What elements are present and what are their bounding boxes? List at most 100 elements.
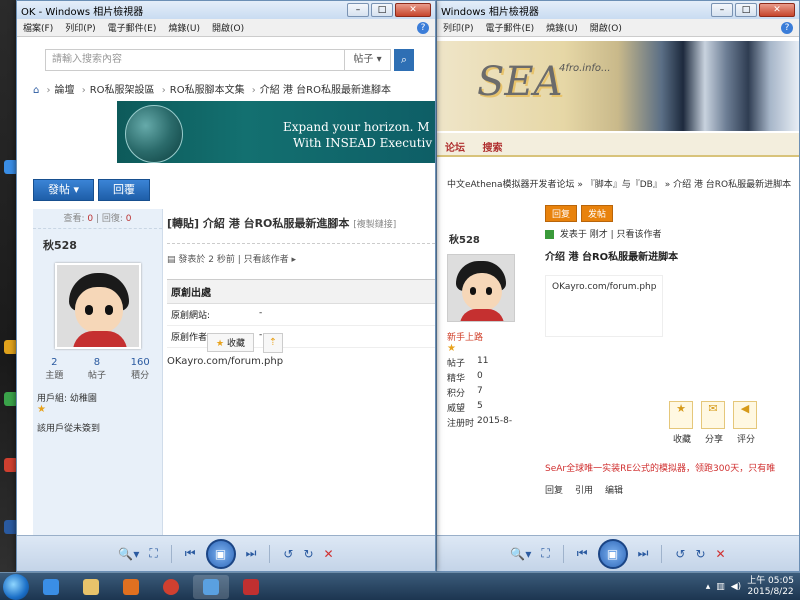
forum-logo: SEA bbox=[477, 59, 563, 105]
start-button[interactable] bbox=[3, 573, 29, 600]
taskbar-explorer[interactable] bbox=[73, 575, 109, 599]
rotate-left-icon[interactable]: ↺ bbox=[283, 547, 293, 561]
menu-print[interactable]: 列印(P) bbox=[65, 21, 95, 34]
window-title: Windows 相片檢視器 bbox=[441, 6, 539, 18]
post-meta: ▤ 發表於 2 秒前 | 只看該作者 ▸ bbox=[167, 243, 435, 265]
next-icon[interactable]: ⏭ bbox=[246, 546, 257, 561]
stat-threads[interactable]: 2 主題 bbox=[45, 357, 63, 381]
rotate-left-icon[interactable]: ↺ bbox=[675, 547, 685, 561]
rotate-right-icon[interactable]: ↻ bbox=[303, 547, 313, 561]
stat-posts[interactable]: 8 帖子 bbox=[88, 357, 106, 381]
media-icon bbox=[123, 578, 139, 595]
quote-link[interactable]: 引用 bbox=[575, 483, 593, 496]
zoom-icon[interactable]: 🔍▾ bbox=[118, 547, 139, 561]
reply-button[interactable]: 回覆 bbox=[98, 179, 151, 201]
reply-link[interactable]: 回复 bbox=[545, 483, 563, 496]
close-button[interactable]: ✕ bbox=[759, 3, 795, 17]
breadcrumb-item[interactable]: 論壇 bbox=[55, 85, 75, 96]
volume-icon[interactable]: ◀) bbox=[731, 582, 741, 592]
menu-burn[interactable]: 燒錄(U) bbox=[546, 21, 578, 34]
menu-open[interactable]: 開啟(O) bbox=[212, 21, 244, 34]
title-bar[interactable]: OK - Windows 相片檢視器 – □ ✕ bbox=[17, 1, 435, 19]
tray-expand-icon[interactable]: ▴ bbox=[706, 582, 711, 592]
reply-button[interactable]: 回复 bbox=[545, 205, 578, 222]
close-button[interactable]: ✕ bbox=[395, 3, 431, 17]
user-stat: 精华 0 bbox=[447, 371, 483, 384]
taskbar-photo-viewer[interactable] bbox=[193, 574, 229, 599]
star-icon: ★ bbox=[447, 343, 456, 354]
taskbar-media[interactable] bbox=[113, 575, 149, 599]
ad-banner[interactable]: Expand your horizon. M With INSEAD Execu… bbox=[117, 101, 435, 163]
breadcrumb-item[interactable]: RO私服架設區 bbox=[90, 85, 155, 96]
menu-file[interactable]: 檔案(F) bbox=[23, 21, 53, 34]
nav-search[interactable]: 搜索 bbox=[483, 139, 503, 154]
favorite-button[interactable]: ★ 收藏 bbox=[207, 333, 254, 352]
window-title: OK - Windows 相片檢視器 bbox=[21, 6, 144, 18]
copy-link[interactable]: [複製鏈接] bbox=[353, 220, 396, 230]
next-arrow-icon[interactable]: ⇡ bbox=[263, 333, 283, 353]
slideshow-icon[interactable]: ▣ bbox=[205, 538, 236, 569]
help-icon[interactable]: ? bbox=[417, 21, 429, 34]
nav-forum[interactable]: 论坛 bbox=[445, 139, 465, 154]
username[interactable]: 秋528 bbox=[43, 237, 162, 253]
fit-icon[interactable]: ⛶ bbox=[149, 546, 157, 561]
folder-icon bbox=[83, 578, 99, 595]
username[interactable]: 秋528 bbox=[449, 231, 531, 246]
delete-icon[interactable]: ✕ bbox=[324, 547, 334, 561]
photo-viewer-window-right: Windows 相片檢視器 – □ ✕ 列印(P) 電子郵件(E) 燒錄(U) … bbox=[436, 0, 800, 572]
share-button[interactable]: ✉ 分享 bbox=[701, 401, 725, 445]
help-icon[interactable]: ? bbox=[781, 21, 793, 34]
orig-header: 原創出處 bbox=[167, 280, 435, 304]
clock[interactable]: 上午 05:05 2015/8/22 bbox=[747, 576, 794, 598]
maximize-button[interactable]: □ bbox=[735, 3, 757, 17]
stat-points[interactable]: 160 積分 bbox=[131, 357, 150, 381]
network-icon[interactable]: ▥ bbox=[716, 582, 725, 592]
menu-burn[interactable]: 燒錄(U) bbox=[168, 21, 200, 34]
delete-icon[interactable]: ✕ bbox=[716, 547, 726, 561]
forum-logo-sub: 4fro.info... bbox=[559, 63, 611, 74]
home-icon[interactable]: ⌂ bbox=[33, 85, 39, 96]
previous-icon[interactable]: ⏮ bbox=[185, 546, 196, 561]
post-url[interactable]: OKayro.com/forum.php bbox=[167, 356, 435, 367]
edit-link[interactable]: 编辑 bbox=[605, 483, 623, 496]
user-stat: 帖子 11 bbox=[447, 356, 489, 369]
rotate-right-icon[interactable]: ↻ bbox=[695, 547, 705, 561]
minimize-button[interactable]: – bbox=[347, 3, 369, 17]
author-only-link[interactable]: 只看該作者 bbox=[244, 255, 289, 265]
breadcrumb-item[interactable]: RO私服腳本文集 bbox=[170, 85, 245, 96]
new-post-button[interactable]: 发帖 bbox=[581, 205, 614, 222]
slideshow-icon[interactable]: ▣ bbox=[597, 538, 628, 569]
author-only-link[interactable]: 只看该作者 bbox=[617, 230, 662, 240]
user-level: 新手上路 bbox=[447, 333, 484, 343]
taskbar-chrome[interactable] bbox=[153, 575, 189, 599]
post-url[interactable]: OKayro.com/forum.php bbox=[552, 282, 656, 292]
rate-button[interactable]: ◀ 评分 bbox=[733, 401, 757, 445]
menu-print[interactable]: 列印(P) bbox=[443, 21, 473, 34]
user-group: 用戶組: 幼稚園 bbox=[37, 394, 97, 404]
user-stat: 威望 5 bbox=[447, 401, 483, 414]
search-input[interactable]: 請輸入搜索內容 bbox=[45, 49, 345, 71]
maximize-button[interactable]: □ bbox=[371, 3, 393, 17]
system-tray: ▴ ▥ ◀) 上午 05:05 2015/8/22 bbox=[706, 576, 800, 598]
breadcrumb-item[interactable]: 介紹 港 台RO私服最新進腳本 bbox=[260, 85, 391, 96]
next-icon[interactable]: ⏭ bbox=[638, 546, 649, 561]
avatar[interactable] bbox=[54, 263, 141, 349]
breadcrumb: ⌂ › 論壇 › RO私服架設區 › RO私服腳本文集 › 介紹 港 台RO私服最新進腳… bbox=[33, 85, 391, 96]
zoom-icon[interactable]: 🔍▾ bbox=[510, 547, 531, 561]
avatar[interactable] bbox=[447, 254, 515, 322]
search-scope-select[interactable]: 帖子 ▾ bbox=[345, 49, 391, 71]
menu-email[interactable]: 電子郵件(E) bbox=[485, 21, 534, 34]
star-icon: ★ bbox=[37, 404, 46, 415]
title-bar[interactable]: Windows 相片檢視器 – □ ✕ bbox=[437, 1, 799, 19]
new-post-button[interactable]: 發帖 ▾ bbox=[33, 179, 95, 201]
favorite-button[interactable]: ★ 收藏 bbox=[669, 401, 693, 445]
previous-icon[interactable]: ⏮ bbox=[577, 546, 588, 561]
menu-email[interactable]: 電子郵件(E) bbox=[108, 21, 157, 34]
taskbar-ie[interactable] bbox=[33, 575, 69, 599]
taskbar-app[interactable] bbox=[233, 575, 269, 599]
ad-link[interactable]: SeAr全球唯一实装RE公式的模拟器，领跑300天，只有唯 bbox=[545, 461, 775, 474]
fit-icon[interactable]: ⛶ bbox=[541, 546, 549, 561]
menu-open[interactable]: 開啟(O) bbox=[590, 21, 622, 34]
search-icon[interactable]: ⌕ bbox=[394, 49, 414, 71]
minimize-button[interactable]: – bbox=[711, 3, 733, 17]
